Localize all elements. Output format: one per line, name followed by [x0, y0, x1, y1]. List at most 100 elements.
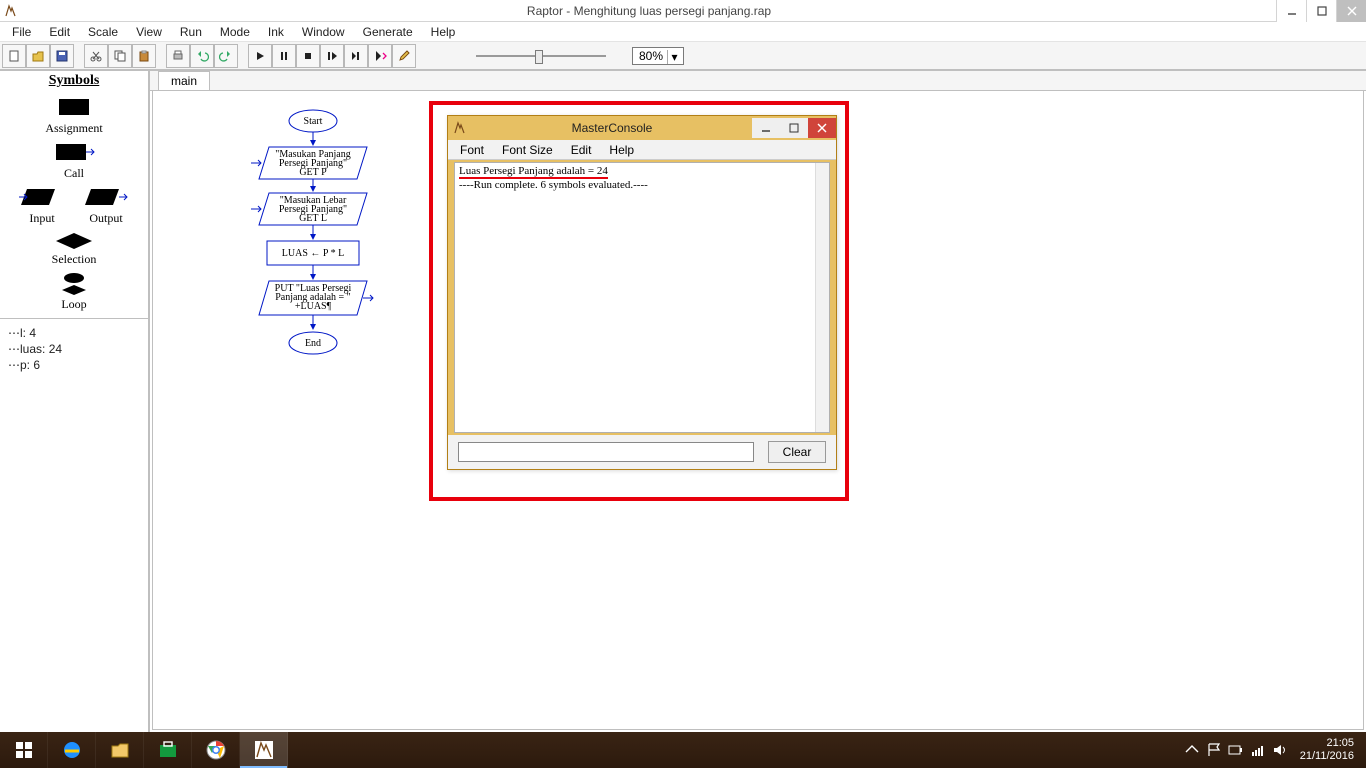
- symbol-input[interactable]: Input: [17, 185, 67, 226]
- cut-icon[interactable]: [84, 44, 108, 68]
- symbol-assignment[interactable]: Assignment: [0, 95, 148, 136]
- menu-help[interactable]: Help: [423, 23, 464, 41]
- menu-ink[interactable]: Ink: [260, 23, 292, 41]
- symbol-call-label: Call: [64, 166, 84, 181]
- save-icon[interactable]: [50, 44, 74, 68]
- highlight-frame: MasterConsole Font Font Size Edit Help: [429, 101, 849, 501]
- menu-run[interactable]: Run: [172, 23, 210, 41]
- taskbar-ie[interactable]: [48, 732, 96, 768]
- console-clear-button[interactable]: Clear: [768, 441, 826, 463]
- stop-icon[interactable]: [296, 44, 320, 68]
- symbol-loop-label: Loop: [61, 297, 86, 312]
- maximize-button[interactable]: [1306, 0, 1336, 22]
- console-titlebar[interactable]: MasterConsole: [448, 116, 836, 140]
- speaker-icon[interactable]: [1272, 742, 1288, 758]
- flowchart-canvas[interactable]: Start "Masukan Panjang Persegi Panjang" …: [152, 91, 1364, 730]
- console-scrollbar[interactable]: [815, 163, 829, 432]
- battery-icon[interactable]: [1228, 742, 1244, 758]
- play-icon[interactable]: [248, 44, 272, 68]
- menubar: File Edit Scale View Run Mode Ink Window…: [0, 22, 1366, 42]
- speed-slider[interactable]: [476, 49, 606, 63]
- store-icon: [157, 739, 179, 761]
- menu-mode[interactable]: Mode: [212, 23, 258, 41]
- symbol-selection[interactable]: Selection: [0, 230, 148, 267]
- svg-text:GET L: GET L: [299, 213, 327, 224]
- titlebar: Raptor - Menghitung luas persegi panjang…: [0, 0, 1366, 22]
- minimize-button[interactable]: [1276, 0, 1306, 22]
- console-output: Luas Persegi Panjang adalah = 24 ----Run…: [454, 162, 830, 433]
- start-button[interactable]: [0, 732, 48, 768]
- tab-main[interactable]: main: [158, 71, 210, 90]
- new-icon[interactable]: [2, 44, 26, 68]
- step-into-icon[interactable]: [368, 44, 392, 68]
- windows-icon: [14, 740, 34, 760]
- step-over-icon[interactable]: [320, 44, 344, 68]
- menu-window[interactable]: Window: [294, 23, 353, 41]
- console-close-button[interactable]: [808, 118, 836, 138]
- pencil-icon[interactable]: [392, 44, 416, 68]
- console-maximize-button[interactable]: [780, 118, 808, 138]
- ie-icon: [61, 739, 83, 761]
- zoom-value: 80%: [639, 49, 663, 63]
- console-menu-edit[interactable]: Edit: [563, 141, 600, 159]
- print-icon[interactable]: [166, 44, 190, 68]
- window-title: Raptor - Menghitung luas persegi panjang…: [22, 4, 1276, 18]
- tray-date: 21/11/2016: [1300, 750, 1354, 763]
- menu-edit[interactable]: Edit: [41, 23, 78, 41]
- console-line-2: ----Run complete. 6 symbols evaluated.--…: [459, 179, 648, 191]
- taskbar: 21:05 21/11/2016: [0, 732, 1366, 768]
- symbol-input-label: Input: [29, 211, 54, 226]
- symbol-output-label: Output: [89, 211, 122, 226]
- tray-clock[interactable]: 21:05 21/11/2016: [1294, 737, 1360, 763]
- taskbar-chrome[interactable]: [192, 732, 240, 768]
- symbol-call[interactable]: Call: [0, 140, 148, 181]
- copy-icon[interactable]: [108, 44, 132, 68]
- console-menu-fontsize[interactable]: Font Size: [494, 141, 561, 159]
- symbol-loop[interactable]: Loop: [0, 271, 148, 312]
- var-luas: ⋯luas: 24: [8, 341, 140, 357]
- console-input[interactable]: [458, 442, 754, 462]
- menu-view[interactable]: View: [128, 23, 170, 41]
- console-menu-font[interactable]: Font: [452, 141, 492, 159]
- console-title: MasterConsole: [472, 121, 752, 135]
- var-p: ⋯p: 6: [8, 357, 140, 373]
- wifi-icon[interactable]: [1250, 742, 1266, 758]
- svg-text:End: End: [305, 338, 321, 349]
- master-console-window[interactable]: MasterConsole Font Font Size Edit Help: [447, 115, 837, 470]
- toolbar: 80% ▾: [0, 42, 1366, 70]
- console-menu-help[interactable]: Help: [601, 141, 642, 159]
- tray-up-icon[interactable]: [1184, 742, 1200, 758]
- console-menubar: Font Font Size Edit Help: [448, 140, 836, 160]
- symbol-output[interactable]: Output: [81, 185, 131, 226]
- taskbar-explorer[interactable]: [96, 732, 144, 768]
- taskbar-raptor[interactable]: [240, 732, 288, 768]
- menu-generate[interactable]: Generate: [355, 23, 421, 41]
- chrome-icon: [205, 739, 227, 761]
- symbols-panel: Symbols Assignment Call Input Output: [0, 71, 148, 319]
- var-l: ⋯l: 4: [8, 325, 140, 341]
- step-to-end-icon[interactable]: [344, 44, 368, 68]
- variables-panel: ⋯l: 4 ⋯luas: 24 ⋯p: 6: [0, 319, 148, 732]
- taskbar-store[interactable]: [144, 732, 192, 768]
- paste-icon[interactable]: [132, 44, 156, 68]
- console-app-icon: [448, 116, 472, 140]
- menu-scale[interactable]: Scale: [80, 23, 126, 41]
- flag-icon[interactable]: [1206, 742, 1222, 758]
- tray-time: 21:05: [1300, 737, 1354, 750]
- console-line-1: Luas Persegi Panjang adalah = 24: [459, 165, 608, 179]
- app-icon: [0, 0, 22, 22]
- symbols-title: Symbols: [0, 73, 148, 91]
- symbol-assignment-label: Assignment: [45, 121, 102, 136]
- tabstrip: main: [150, 71, 1366, 91]
- zoom-select[interactable]: 80% ▾: [632, 47, 684, 65]
- svg-text:Start: Start: [304, 116, 323, 127]
- console-minimize-button[interactable]: [752, 118, 780, 138]
- menu-file[interactable]: File: [4, 23, 39, 41]
- redo-icon[interactable]: [214, 44, 238, 68]
- pause-icon[interactable]: [272, 44, 296, 68]
- open-icon[interactable]: [26, 44, 50, 68]
- undo-icon[interactable]: [190, 44, 214, 68]
- svg-text:+LUAS¶: +LUAS¶: [295, 301, 332, 312]
- close-button[interactable]: [1336, 0, 1366, 22]
- chevron-down-icon: ▾: [667, 50, 681, 64]
